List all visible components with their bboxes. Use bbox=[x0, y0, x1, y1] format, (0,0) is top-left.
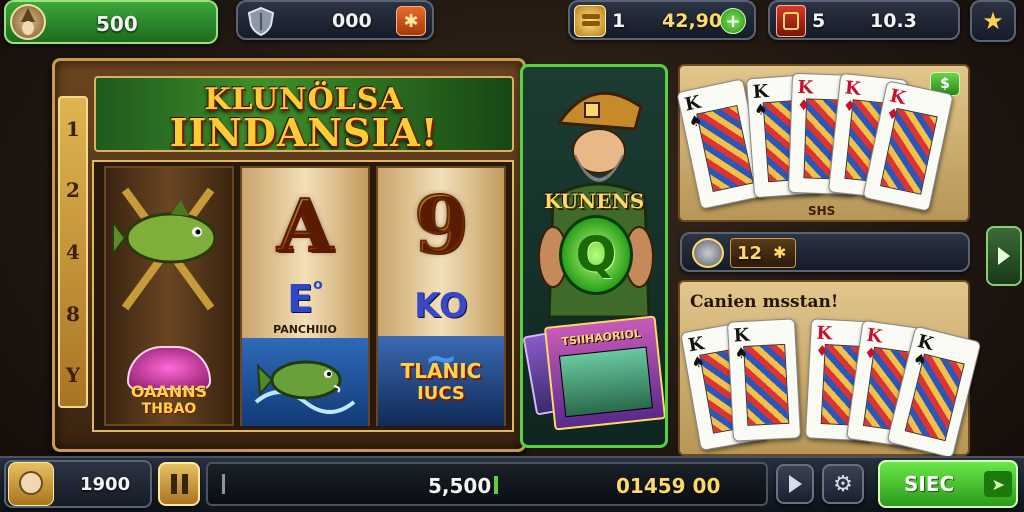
total-value: 5,500 bbox=[428, 474, 492, 498]
next-arrow-button[interactable] bbox=[986, 226, 1022, 286]
tickets-panel: 5 10.3 bbox=[768, 0, 960, 40]
reel3-top-symbol: 9 bbox=[378, 176, 504, 276]
pause-button[interactable] bbox=[158, 462, 200, 506]
bonus-card[interactable]: TSIIHAORIOL bbox=[543, 315, 665, 431]
balance-panel: 500 bbox=[4, 0, 218, 44]
play-button[interactable] bbox=[776, 464, 814, 504]
green-orb-icon[interactable]: Q bbox=[559, 215, 633, 295]
play-icon bbox=[788, 475, 802, 493]
fish-jump-symbol bbox=[242, 338, 368, 426]
reel-1: OAANNS THBAO bbox=[104, 166, 234, 426]
card-face-art bbox=[743, 343, 790, 426]
reel3-bottom-line2: IUCS bbox=[417, 382, 465, 404]
settings-button[interactable]: ⚙ bbox=[822, 464, 864, 504]
star-icon[interactable]: ★ bbox=[970, 0, 1016, 42]
card-hand-top: K ♠ K ♠ K ♦ K ♦ K ♦ bbox=[676, 64, 970, 222]
tickets-value: 10.3 bbox=[870, 10, 917, 32]
ticket-icon bbox=[776, 5, 806, 37]
card-suit-icon: ♦ bbox=[796, 96, 811, 115]
shield-value: 000 bbox=[332, 10, 372, 32]
shield-panel: 000 ✱ bbox=[236, 0, 434, 40]
coins-value: 42,90 bbox=[662, 10, 723, 32]
character-panel: KUNENS Q TSIIHAORIOL bbox=[520, 64, 668, 448]
silver-gem-icon bbox=[692, 238, 724, 268]
tickets-prefix: 5 bbox=[812, 10, 826, 32]
gear-icon: ⚙ bbox=[833, 471, 853, 497]
card-suit-icon: ♦ bbox=[815, 341, 830, 361]
reel2-label: PANCHIIIO bbox=[273, 322, 337, 336]
card-suit-icon: ♦ bbox=[862, 343, 879, 364]
divider bbox=[222, 474, 225, 494]
letter-e-superscript: o bbox=[313, 276, 323, 293]
character-name: KUNENS bbox=[543, 189, 645, 213]
payline-number: 2 bbox=[66, 178, 80, 203]
spin-label: SIEC bbox=[904, 472, 955, 496]
card-suit-icon: ♠ bbox=[690, 352, 707, 373]
reel-3: 9 KO ~ TLANIC IUCS bbox=[376, 166, 506, 426]
win-value: 01459 00 bbox=[616, 474, 721, 498]
coins-prefix: 1 bbox=[612, 10, 626, 32]
counter-box: 12 ✱ bbox=[730, 238, 796, 268]
ko-symbol: KO bbox=[414, 286, 468, 326]
slot-title-line2: IINDANSIA! bbox=[169, 110, 439, 152]
fish-icon bbox=[112, 187, 217, 311]
burst-icon[interactable]: ✱ bbox=[396, 6, 426, 36]
payline-number: 4 bbox=[66, 239, 80, 264]
reel3-mid-symbol: KO bbox=[378, 276, 504, 336]
letter-a-symbol: A bbox=[276, 183, 334, 268]
reel2-mid-symbol: E o PANCHIIIO bbox=[242, 272, 368, 340]
dwarf-portrait-icon[interactable] bbox=[8, 462, 54, 506]
letter-e-symbol: E bbox=[287, 276, 314, 321]
bet-value: 1900 bbox=[80, 473, 131, 495]
reel3-bottom-symbol: ~ TLANIC IUCS bbox=[378, 336, 504, 426]
wave-icon: ~ bbox=[424, 336, 458, 382]
payline-number: 1 bbox=[66, 116, 80, 141]
card-face-art bbox=[696, 104, 754, 192]
reel1-bottom-symbol: OAANNS THBAO bbox=[106, 336, 232, 426]
reel-2: A E o PANCHIIIO bbox=[240, 166, 370, 426]
coin-stack-icon bbox=[574, 5, 606, 37]
fish-crossed-swords-symbol bbox=[106, 168, 232, 328]
payline-number: Y bbox=[65, 363, 81, 388]
divider-green bbox=[494, 476, 498, 494]
card-hand-bottom: K ♠ K ♠ K ♦ K ♦ K ♠ bbox=[678, 280, 988, 459]
number-9-symbol: 9 bbox=[413, 180, 469, 271]
chevron-right-icon bbox=[998, 247, 1010, 265]
totals-bar: 5,500 01459 00 bbox=[206, 462, 768, 506]
shield-icon bbox=[246, 6, 276, 37]
paylines-column: 1 2 4 8 Y bbox=[58, 96, 88, 408]
add-coins-icon[interactable]: + bbox=[720, 8, 746, 34]
card-suit-icon: ♠ bbox=[734, 343, 749, 363]
player-avatar-icon[interactable] bbox=[10, 4, 46, 40]
burst-small-icon: ✱ bbox=[773, 243, 787, 262]
fish-icon bbox=[254, 360, 356, 414]
counter-value: 12 bbox=[737, 243, 763, 264]
orb-letter: Q bbox=[575, 227, 617, 283]
coins-panel: 1 42,90 + bbox=[568, 0, 756, 40]
playing-card[interactable]: K ♠ bbox=[726, 318, 802, 442]
card-suit-icon: ♦ bbox=[842, 96, 858, 116]
payline-number: 8 bbox=[66, 301, 80, 326]
bonus-card-art bbox=[558, 346, 653, 418]
balance-value: 500 bbox=[96, 12, 138, 36]
pause-icon bbox=[170, 474, 177, 494]
reel1-bottom-line1: OAANNS bbox=[130, 381, 208, 401]
slot-title-banner: KLUNÖLSA IINDANSIA! bbox=[94, 76, 514, 152]
spin-button[interactable]: SIEC ➤ bbox=[878, 460, 1018, 508]
reel2-top-symbol: A bbox=[242, 178, 368, 274]
reel1-bottom-line2: THBAO bbox=[141, 400, 197, 417]
bet-panel: 1900 bbox=[4, 460, 152, 508]
spin-arrow-icon: ➤ bbox=[984, 471, 1013, 497]
card-counter-bar: 12 ✱ bbox=[680, 232, 970, 272]
card-suit-icon: ♠ bbox=[753, 100, 769, 119]
bonus-card-label: TSIIHAORIOL bbox=[561, 327, 642, 349]
